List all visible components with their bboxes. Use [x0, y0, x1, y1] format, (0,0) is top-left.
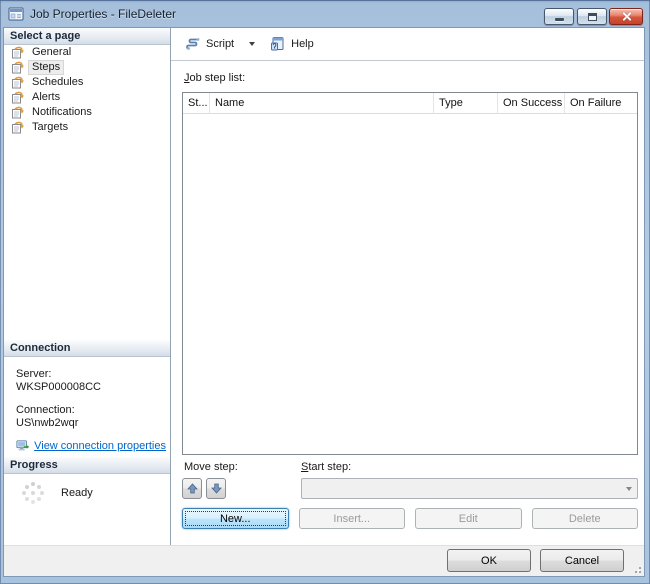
view-connection-properties-link[interactable]: View connection properties — [34, 440, 166, 453]
connection-label: Connection: — [16, 404, 75, 416]
column-header-step[interactable]: St... — [183, 93, 210, 113]
minimize-button[interactable] — [544, 8, 574, 25]
dialog-content: Select a page General Steps Schedules Al… — [4, 28, 644, 545]
move-step-label: Move step: — [184, 461, 238, 473]
ok-button[interactable]: OK — [447, 549, 531, 572]
sidebar-item-targets[interactable]: Targets — [4, 120, 170, 135]
connection-value: US\nwb2wqr — [16, 417, 79, 429]
resize-grip[interactable] — [631, 563, 641, 573]
connection-info: Server: WKSP000008CC Connection: US\nwb2… — [16, 368, 166, 453]
job-properties-window: Job Properties - FileDeleter Select a pa… — [0, 0, 650, 584]
move-step-controls — [182, 478, 226, 499]
new-button[interactable]: New... — [182, 508, 289, 529]
progress-status: Ready — [61, 487, 93, 499]
server-label: Server: — [16, 368, 52, 380]
cancel-button[interactable]: Cancel — [540, 549, 624, 572]
footer-bar: OK Cancel — [4, 545, 644, 576]
script-icon — [186, 38, 200, 50]
delete-button[interactable]: Delete — [531, 508, 638, 529]
start-step-label: Start step: — [301, 461, 352, 473]
start-step-combobox[interactable] — [301, 478, 638, 499]
progress-area: Ready — [20, 480, 93, 506]
close-button[interactable] — [609, 8, 643, 25]
insert-button[interactable]: Insert... — [298, 508, 405, 529]
sidebar-item-notifications[interactable]: Notifications — [4, 105, 170, 120]
job-step-list-body[interactable] — [183, 114, 637, 455]
page-icon — [12, 76, 24, 89]
connection-header: Connection — [4, 340, 170, 357]
help-button[interactable]: Help — [266, 33, 318, 55]
page-icon — [12, 46, 24, 59]
connection-properties-icon — [16, 440, 30, 451]
chevron-down-icon — [626, 486, 632, 491]
arrow-up-icon — [186, 483, 198, 494]
sidebar-item-label: Steps — [27, 60, 65, 75]
page-icon — [12, 61, 24, 74]
edit-button[interactable]: Edit — [415, 508, 522, 529]
step-action-buttons: New... Insert... Edit Delete — [182, 508, 638, 529]
sidebar-item-schedules[interactable]: Schedules — [4, 75, 170, 90]
sidebar-item-label: Alerts — [32, 91, 61, 103]
sidebar: Select a page General Steps Schedules Al… — [4, 28, 171, 545]
minimize-icon — [554, 17, 564, 21]
script-label: Script — [206, 38, 235, 50]
sidebar-item-alerts[interactable]: Alerts — [4, 90, 170, 105]
column-header-name[interactable]: Name — [210, 93, 434, 113]
titlebar: Job Properties - FileDeleter — [0, 0, 650, 28]
job-step-list-label: Job step list: — [184, 72, 246, 84]
help-icon — [271, 37, 284, 51]
progress-header: Progress — [4, 457, 170, 474]
sidebar-item-label: General — [32, 46, 72, 58]
main-panel: Script Help Job step list: St... Name Ty… — [171, 28, 644, 545]
job-step-list[interactable]: St... Name Type On Success On Failure — [182, 92, 638, 455]
sidebar-item-label: Schedules — [32, 76, 84, 88]
sidebar-item-general[interactable]: General — [4, 45, 170, 60]
column-header-on-success[interactable]: On Success — [498, 93, 565, 113]
move-step-up-button[interactable] — [182, 478, 202, 499]
select-a-page-header: Select a page — [4, 28, 170, 45]
toolbar: Script Help — [171, 28, 644, 61]
dialog-body: Select a page General Steps Schedules Al… — [4, 28, 644, 576]
script-button[interactable]: Script — [181, 33, 238, 55]
arrow-down-icon — [210, 483, 222, 494]
window-icon — [8, 7, 24, 21]
close-icon — [622, 12, 631, 21]
progress-spinner-icon — [20, 480, 46, 506]
page-icon — [12, 91, 24, 104]
column-header-type[interactable]: Type — [434, 93, 498, 113]
move-step-down-button[interactable] — [206, 478, 226, 499]
combo-dropdown[interactable] — [621, 486, 637, 491]
column-header-on-failure[interactable]: On Failure — [565, 93, 637, 113]
sidebar-item-label: Notifications — [32, 106, 92, 118]
window-title: Job Properties - FileDeleter — [30, 7, 177, 21]
page-icon — [12, 121, 24, 134]
page-icon — [12, 106, 24, 119]
sidebar-item-label: Targets — [32, 121, 69, 133]
chevron-down-icon — [249, 42, 256, 46]
sidebar-item-steps[interactable]: Steps — [4, 60, 170, 75]
job-step-list-header: St... Name Type On Success On Failure — [183, 93, 637, 114]
server-value: WKSP000008CC — [16, 381, 101, 393]
maximize-button[interactable] — [577, 8, 607, 25]
page-tree: General Steps Schedules Alerts Notificat… — [4, 45, 170, 135]
maximize-icon — [587, 12, 597, 21]
help-label: Help — [291, 38, 314, 50]
script-dropdown-button[interactable] — [242, 39, 262, 49]
